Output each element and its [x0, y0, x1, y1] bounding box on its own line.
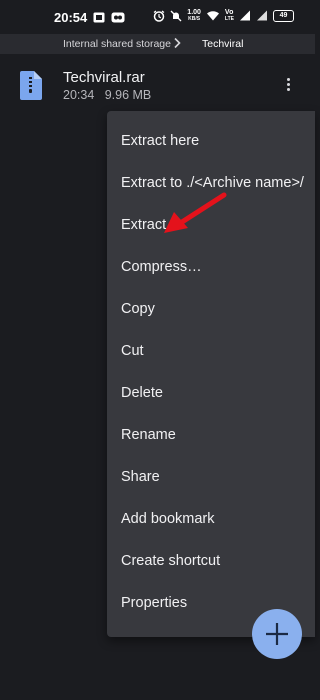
app-notification-icon [111, 12, 125, 23]
menu-item-label: Copy [121, 301, 155, 317]
archive-file-icon [20, 71, 42, 100]
menu-item-copy[interactable]: Copy [107, 293, 315, 327]
volte-top: Vo [224, 9, 234, 16]
menu-item-extract-here[interactable]: Extract here [107, 125, 315, 159]
network-speed: 1.00 KB/S [187, 9, 201, 22]
image-notification-icon [93, 12, 105, 23]
net-speed-value: 1.00 [187, 9, 201, 16]
file-name: Techviral.rar [63, 69, 145, 86]
menu-item-label: Extract to ./<Archive name>/ [121, 175, 304, 191]
signal-icon [240, 10, 250, 21]
breadcrumb-item-storage[interactable]: Internal shared storage [63, 38, 171, 50]
menu-item-compress[interactable]: Compress… [107, 251, 315, 285]
file-list-item[interactable]: Techviral.rar 20:34 9.96 MB [0, 64, 315, 108]
more-vert-icon[interactable] [282, 76, 294, 94]
file-meta: 20:34 9.96 MB [63, 88, 151, 102]
breadcrumb: Internal shared storage Techviral [0, 34, 315, 54]
alarm-icon [153, 10, 165, 22]
menu-item-delete[interactable]: Delete [107, 377, 315, 411]
battery-indicator: 49 [273, 9, 294, 22]
menu-item-share[interactable]: Share [107, 461, 315, 495]
menu-item-label: Properties [121, 595, 188, 611]
menu-item-add-bookmark[interactable]: Add bookmark [107, 503, 315, 537]
volte-bottom: LTE [224, 16, 234, 22]
status-time: 20:54 [54, 10, 88, 25]
menu-item-label: Create shortcut [121, 553, 221, 569]
net-speed-unit: KB/S [188, 16, 201, 22]
menu-item-label: Compress… [121, 259, 202, 275]
chevron-right-icon [174, 37, 181, 49]
plus-icon [266, 623, 288, 645]
status-left: 20:54 [54, 10, 125, 25]
status-bar: 20:54 1.00 KB/S Vo LTE 49 [0, 0, 315, 34]
status-right: 1.00 KB/S Vo LTE 49 [153, 9, 294, 22]
menu-item-create-shortcut[interactable]: Create shortcut [107, 545, 315, 579]
menu-item-cut[interactable]: Cut [107, 335, 315, 369]
context-menu: Extract here Extract to ./<Archive name>… [107, 111, 315, 637]
menu-item-label: Add bookmark [121, 511, 215, 527]
menu-item-label: Delete [121, 385, 163, 401]
breadcrumb-item-current[interactable]: Techviral [202, 38, 243, 50]
signal-icon-2 [257, 10, 267, 21]
menu-item-label: Cut [121, 343, 144, 359]
menu-item-label: Rename [121, 427, 176, 443]
volte-indicator: Vo LTE [225, 9, 234, 22]
file-size: 9.96 MB [104, 88, 152, 102]
menu-item-label: Extract here [121, 133, 200, 149]
add-fab-button[interactable] [252, 609, 302, 659]
menu-item-rename[interactable]: Rename [107, 419, 315, 453]
annotation-arrow-icon [164, 192, 227, 233]
wifi-icon [206, 11, 219, 21]
menu-item-label: Share [121, 469, 160, 485]
file-time: 20:34 [63, 88, 95, 102]
mute-icon [170, 10, 182, 21]
